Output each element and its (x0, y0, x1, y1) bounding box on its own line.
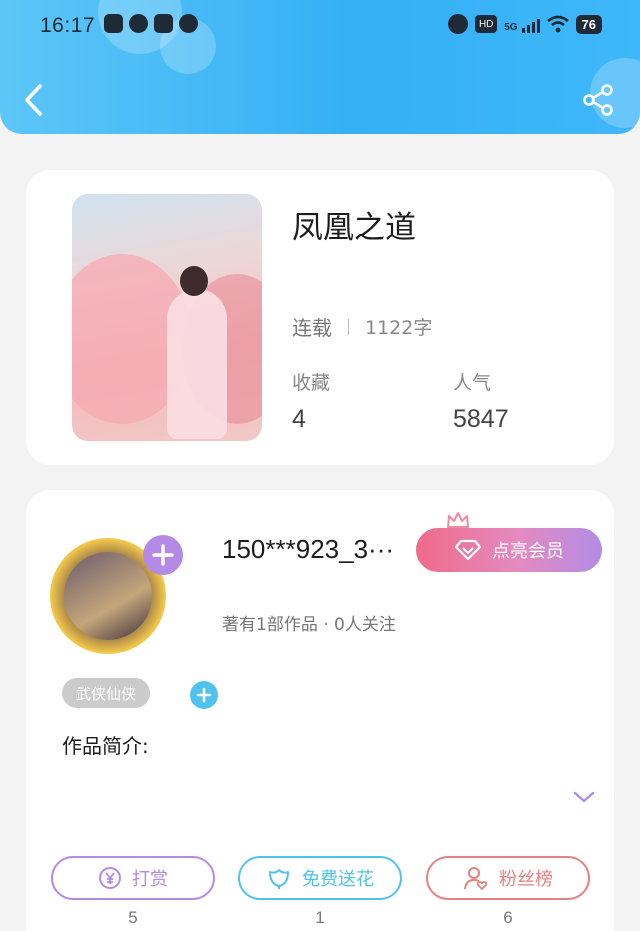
book-info-card: 凤凰之道 连载 1122字 收藏 4 人气 5847 (26, 170, 614, 465)
send-flower-button[interactable]: 免费送花 (238, 856, 402, 900)
favorites-value: 4 (292, 405, 306, 433)
play-notification-icon (154, 14, 173, 33)
header-bar: 16:17 HD 5G 76 (0, 0, 640, 134)
notification-icons (104, 14, 198, 33)
fan-ranking-button[interactable]: 粉丝榜 (426, 856, 590, 900)
yen-coin-icon (99, 867, 121, 889)
author-name[interactable]: 150***923_3··· (222, 534, 422, 565)
share-button[interactable] (580, 82, 616, 118)
fan-ranking-label: 粉丝榜 (499, 869, 553, 890)
battery-indicator: 76 (575, 14, 602, 34)
reward-count: 5 (128, 908, 138, 927)
signal-icon: 5G (504, 15, 540, 33)
flower-count: 1 (315, 908, 325, 927)
author-card: 150***923_3··· 点亮会员 著有1部作品 · 0人关注 武侠仙侠 作… (26, 490, 614, 931)
book-title: 凤凰之道 (292, 210, 416, 246)
flower-icon (269, 869, 289, 889)
genre-tag[interactable]: 武侠仙侠 (62, 678, 151, 708)
wifi-icon (546, 15, 569, 33)
author-meta: 著有1部作品 · 0人关注 (222, 615, 396, 635)
follow-author-button[interactable] (143, 535, 183, 575)
crown-icon (447, 512, 469, 528)
reward-label: 打赏 (132, 869, 168, 890)
fan-ranking-count: 6 (503, 908, 513, 927)
word-count: 1122字 (365, 317, 433, 339)
app-notification-icon (129, 14, 148, 33)
back-button[interactable] (20, 82, 50, 118)
app-notification-icon (104, 14, 123, 33)
book-status-row: 连载 1122字 (292, 312, 432, 341)
share-icon (583, 84, 613, 116)
diamond-icon (454, 539, 482, 561)
message-notification-icon (179, 14, 198, 33)
expand-synopsis-button[interactable] (572, 788, 596, 806)
favorites-stat: 收藏 4 (292, 368, 330, 434)
book-cover-image[interactable] (72, 194, 262, 441)
send-flower-label: 免费送花 (302, 869, 374, 890)
hd-icon: HD (475, 15, 498, 33)
user-heart-icon (464, 867, 488, 891)
add-tag-button[interactable] (190, 681, 218, 709)
chevron-down-icon (573, 791, 595, 803)
synopsis-label: 作品简介: (62, 734, 149, 758)
chevron-left-icon (25, 84, 42, 116)
popularity-stat: 人气 5847 (453, 368, 509, 434)
vip-membership-button[interactable]: 点亮会员 (416, 528, 602, 572)
plus-icon (152, 544, 174, 566)
popularity-value: 5847 (453, 405, 509, 433)
alarm-icon (448, 14, 469, 34)
popularity-label: 人气 (453, 372, 492, 394)
reward-button[interactable]: 打赏 (51, 856, 215, 900)
system-icons: HD 5G 76 (448, 14, 602, 34)
serial-status: 连载 (292, 316, 332, 340)
divider (348, 318, 349, 335)
plus-icon (196, 687, 212, 703)
favorites-label: 收藏 (292, 372, 331, 394)
vip-button-label: 点亮会员 (492, 541, 564, 562)
status-bar: 16:17 HD 5G 76 (0, 0, 640, 52)
network-label: 5G (504, 22, 518, 33)
status-time: 16:17 (40, 14, 96, 37)
